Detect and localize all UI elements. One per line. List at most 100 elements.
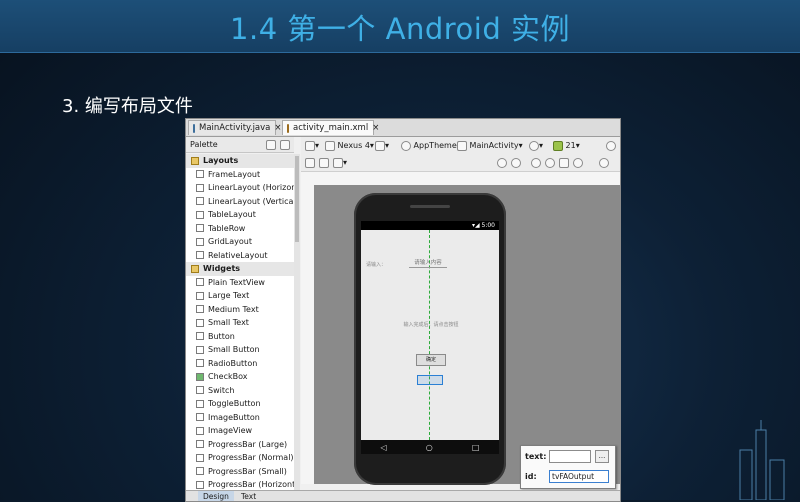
- palette-item[interactable]: Switch: [186, 384, 294, 398]
- close-icon[interactable]: ×: [372, 123, 379, 133]
- globe-icon: [529, 140, 539, 151]
- category-label: Widgets: [203, 264, 241, 274]
- palette-item[interactable]: FrameLayout: [186, 168, 294, 182]
- palette-item[interactable]: ImageView: [186, 424, 294, 438]
- widget-icon: [196, 480, 204, 489]
- palette-item-label: TableRow: [208, 223, 246, 233]
- android-icon: [553, 140, 563, 151]
- palette-item-label: Plain TextView: [208, 277, 265, 287]
- theme-icon: [401, 140, 411, 151]
- id-property-input[interactable]: tvFAOutput: [549, 470, 609, 483]
- document-icon: [305, 140, 315, 151]
- layout-direction-button[interactable]: [305, 156, 315, 169]
- screenshot-button[interactable]: [559, 156, 569, 169]
- palette-item[interactable]: LinearLayout (Horizontal): [186, 181, 294, 195]
- widget-icon: [196, 305, 204, 314]
- refresh-icon: [573, 157, 583, 168]
- back-icon[interactable]: ◁: [381, 443, 387, 452]
- java-file-icon: [193, 123, 195, 133]
- folder-icon: [191, 156, 199, 165]
- layout-icon: [196, 170, 204, 179]
- palette-item-label: Small Button: [208, 345, 260, 355]
- rotate-icon: [375, 140, 385, 151]
- palette-item[interactable]: ProgressBar (Small): [186, 465, 294, 479]
- palette-item-label: RadioButton: [208, 358, 258, 368]
- palette-item[interactable]: Plain TextView: [186, 276, 294, 290]
- home-icon[interactable]: ○: [426, 443, 433, 452]
- device-dropdown[interactable]: Nexus 4 ▾: [325, 139, 374, 152]
- category-label: Layouts: [203, 156, 239, 166]
- phone-navigation-bar: ◁ ○ □: [361, 440, 499, 454]
- tab-mainactivity-java[interactable]: MainActivity.java ×: [188, 120, 282, 135]
- palette-item[interactable]: CheckBox: [186, 370, 294, 384]
- phone-speaker: [410, 205, 450, 208]
- layout-toolbar: ▾ Nexus 4 ▾ ▾ AppTheme MainActivity ▾ ▾ 21…: [301, 137, 620, 155]
- tab-text[interactable]: Text: [236, 491, 261, 501]
- zoom-toolbar: ▾: [301, 154, 620, 172]
- palette-item[interactable]: RadioButton: [186, 357, 294, 371]
- palette-item[interactable]: RelativeLayout: [186, 249, 294, 263]
- palette-item[interactable]: ProgressBar (Large): [186, 438, 294, 452]
- palette-item[interactable]: Button: [186, 330, 294, 344]
- recents-icon[interactable]: □: [472, 443, 480, 452]
- palette-item[interactable]: Large Text: [186, 289, 294, 303]
- size-button[interactable]: [319, 156, 329, 169]
- zoom-out-icon: [545, 157, 555, 168]
- widget-icon: [196, 399, 204, 408]
- widget-icon: [196, 318, 204, 327]
- palette-item-label: Switch: [208, 385, 235, 395]
- palette-item[interactable]: ToggleButton: [186, 397, 294, 411]
- theme-button[interactable]: AppTheme: [401, 139, 457, 152]
- title-bar: 1.4 第一个 Android 实例: [0, 0, 800, 53]
- grid-button[interactable]: ▾: [333, 156, 347, 169]
- zoom-in-button[interactable]: [531, 156, 541, 169]
- input-label-textview[interactable]: 请输入：: [366, 261, 386, 268]
- palette-item[interactable]: ImageButton: [186, 411, 294, 425]
- palette-category-widgets[interactable]: Widgets: [186, 262, 294, 276]
- palette-item-label: TableLayout: [208, 210, 256, 220]
- zoom-actual-button[interactable]: [511, 156, 521, 169]
- widget-icon: [196, 440, 204, 449]
- config-dropdown[interactable]: ▾: [305, 139, 319, 152]
- api-dropdown[interactable]: 21 ▾: [553, 139, 580, 152]
- scrollbar-thumb[interactable]: [295, 156, 299, 242]
- close-icon[interactable]: ×: [274, 123, 281, 133]
- orientation-dropdown[interactable]: ▾: [375, 139, 389, 152]
- palette-item[interactable]: ProgressBar (Normal): [186, 451, 294, 465]
- browse-button[interactable]: ...: [595, 450, 609, 463]
- phone-screen[interactable]: ▾◢ 5:00 请输入： 请输入内容 输入完成后，请点击按钮 确定 ◁ ○ □: [361, 221, 499, 454]
- input-edittext[interactable]: 请输入内容: [409, 258, 447, 268]
- widget-icon: [196, 345, 204, 354]
- selected-view-highlight[interactable]: [417, 375, 443, 385]
- quick-properties-popup: text: ... id: tvFAOutput: [520, 445, 616, 489]
- palette-item[interactable]: Small Button: [186, 343, 294, 357]
- gear-icon[interactable]: [266, 139, 276, 150]
- palette-item[interactable]: TableLayout: [186, 208, 294, 222]
- palette-title: Palette: [190, 140, 218, 149]
- locale-dropdown[interactable]: ▾: [529, 139, 543, 152]
- zoom-out-button[interactable]: [545, 156, 555, 169]
- tab-design[interactable]: Design: [198, 491, 234, 501]
- settings-button[interactable]: [599, 156, 609, 169]
- settings-button[interactable]: [606, 139, 616, 152]
- xml-file-icon: [287, 123, 289, 133]
- output-textview[interactable]: 输入完成后，请点击按钮: [396, 321, 466, 328]
- activity-dropdown[interactable]: MainActivity ▾: [457, 139, 523, 152]
- gear-icon: [599, 157, 609, 168]
- editor-tabs: MainActivity.java × activity_main.xml ×: [186, 119, 620, 137]
- collapse-icon[interactable]: [280, 139, 290, 150]
- palette-item[interactable]: Small Text: [186, 316, 294, 330]
- confirm-button[interactable]: 确定: [416, 354, 446, 366]
- palette-scrollbar[interactable]: [294, 154, 300, 501]
- text-property-input[interactable]: [549, 450, 591, 463]
- palette-item[interactable]: Medium Text: [186, 303, 294, 317]
- palette-item[interactable]: GridLayout: [186, 235, 294, 249]
- zoom-fit-button[interactable]: [497, 156, 507, 169]
- palette-category-layouts[interactable]: Layouts: [186, 154, 294, 168]
- tab-label: MainActivity.java: [199, 123, 271, 133]
- palette-item[interactable]: LinearLayout (Vertical): [186, 195, 294, 209]
- design-canvas[interactable]: ▾◢ 5:00 请输入： 请输入内容 输入完成后，请点击按钮 确定 ◁ ○ □ …: [301, 172, 620, 489]
- tab-activity-main-xml[interactable]: activity_main.xml ×: [282, 120, 379, 135]
- refresh-button[interactable]: [573, 156, 583, 169]
- palette-item[interactable]: TableRow: [186, 222, 294, 236]
